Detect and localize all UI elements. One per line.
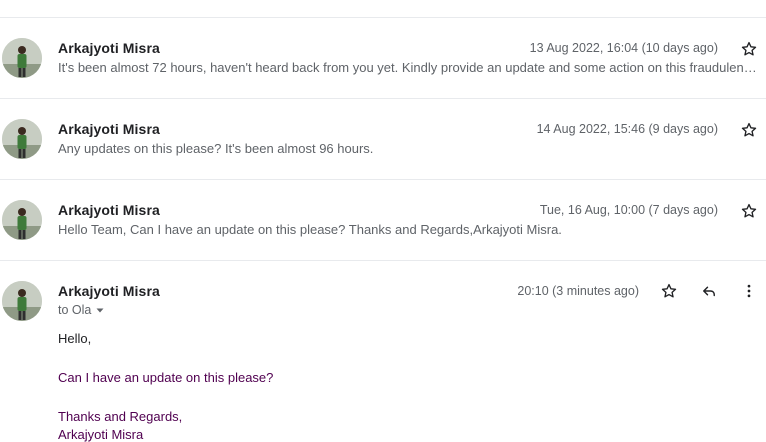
collapsed-message[interactable]: Arkajyoti Misra Tue, 16 Aug, 10:00 (7 da… xyxy=(0,180,766,260)
star-icon[interactable] xyxy=(738,119,760,141)
recipients-toggle[interactable]: to Ola xyxy=(58,303,105,317)
expanded-message: Arkajyoti Misra 20:10 (3 minutes ago) to… xyxy=(0,261,766,442)
message-date: 14 Aug 2022, 15:46 (9 days ago) xyxy=(536,122,718,136)
message-body-line: Can I have an update on this please? xyxy=(58,370,274,385)
avatar xyxy=(2,38,42,78)
message-snippet: Any updates on this please? It's been al… xyxy=(58,141,374,156)
sender-name: Arkajyoti Misra xyxy=(58,202,160,218)
star-icon[interactable] xyxy=(658,280,680,302)
message-date: 13 Aug 2022, 16:04 (10 days ago) xyxy=(529,41,718,55)
star-icon[interactable] xyxy=(738,200,760,222)
sender-name: Arkajyoti Misra xyxy=(58,121,160,137)
collapsed-message[interactable]: Arkajyoti Misra 13 Aug 2022, 16:04 (10 d… xyxy=(0,18,766,98)
reply-icon[interactable] xyxy=(698,280,720,302)
collapsed-message[interactable]: Arkajyoti Misra 14 Aug 2022, 15:46 (9 da… xyxy=(0,99,766,179)
message-snippet: It's been almost 72 hours, haven't heard… xyxy=(58,60,758,75)
avatar xyxy=(2,200,42,240)
message-snippet: Hello Team, Can I have an update on this… xyxy=(58,222,562,237)
sender-name: Arkajyoti Misra xyxy=(58,40,160,56)
message-greeting: Hello, xyxy=(58,331,92,346)
message-date: 20:10 (3 minutes ago) xyxy=(517,284,639,298)
caret-down-icon xyxy=(96,308,104,313)
avatar xyxy=(2,119,42,159)
avatar xyxy=(2,281,42,321)
message-signature: Arkajyoti Misra xyxy=(58,427,144,442)
message-closing: Thanks and Regards, xyxy=(58,409,183,424)
recipient-label: to Ola xyxy=(58,303,92,317)
sender-name: Arkajyoti Misra xyxy=(58,283,160,299)
more-vertical-icon[interactable] xyxy=(738,280,760,302)
star-icon[interactable] xyxy=(738,38,760,60)
message-date: Tue, 16 Aug, 10:00 (7 days ago) xyxy=(539,203,718,217)
